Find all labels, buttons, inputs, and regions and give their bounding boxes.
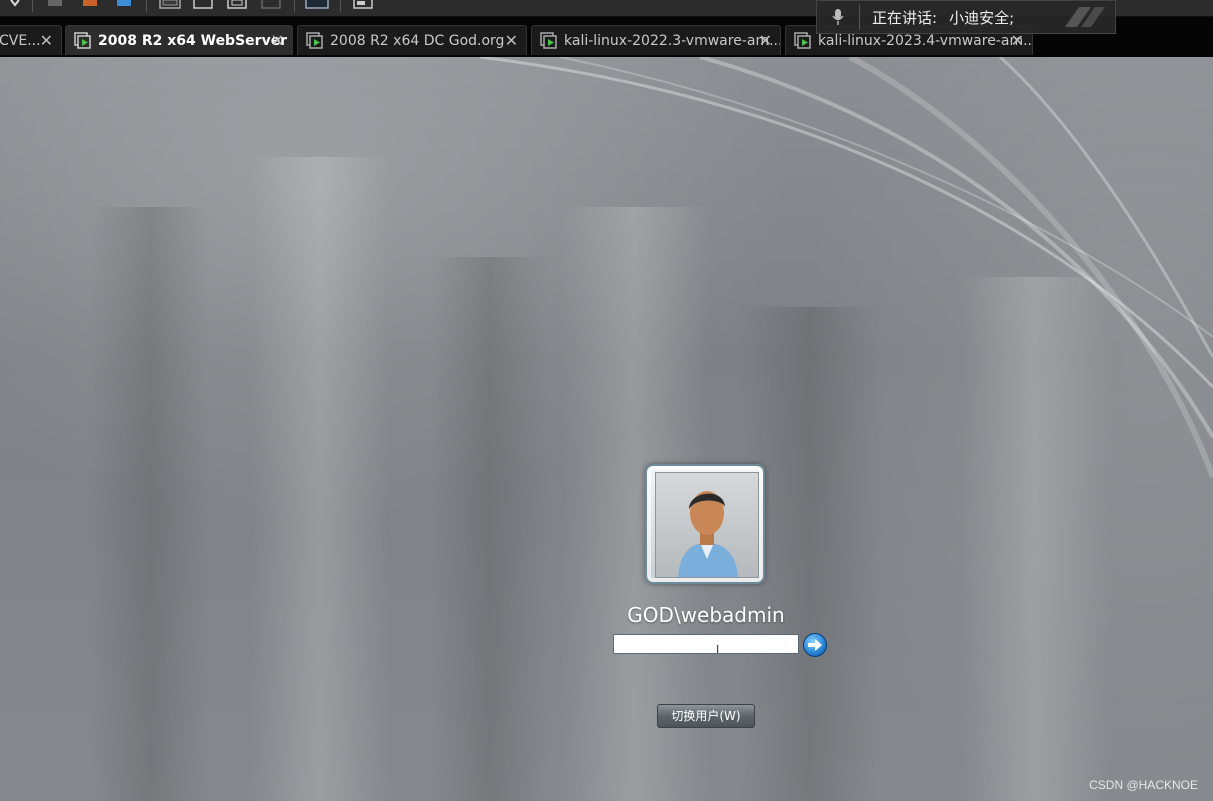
manage-snapshots-icon[interactable]: [114, 0, 134, 10]
stretch-icon[interactable]: [260, 0, 282, 10]
fullscreen-icon[interactable]: [192, 0, 214, 10]
csdn-watermark: CSDN @HACKNOE: [1089, 778, 1198, 792]
vm-running-icon: [306, 31, 323, 49]
microphone-icon: [817, 4, 860, 30]
speaking-indicator: 正在讲话: 小迪安全;: [816, 0, 1116, 34]
user-icon: [678, 491, 738, 577]
tab-cve[interactable]: CVE... ✕: [0, 25, 62, 55]
view-icon[interactable]: [158, 0, 182, 10]
password-field[interactable]: [613, 634, 799, 654]
submit-login-button[interactable]: [803, 633, 827, 657]
tab-label: 2008 R2 x64 WebServer: [98, 32, 288, 49]
tab-kali-2022[interactable]: kali-linux-2022.3-vmware-am... ✕: [531, 25, 781, 55]
vm-running-icon: [540, 31, 557, 49]
speaker-name: 小迪安全;: [949, 8, 1015, 27]
user-avatar: [645, 464, 765, 584]
revert-icon[interactable]: [80, 0, 100, 10]
close-icon[interactable]: ✕: [505, 31, 518, 50]
tab-label: CVE...: [0, 32, 41, 49]
text-cursor-icon: I: [716, 643, 720, 656]
toolbar-separator: [146, 0, 147, 12]
switch-user-button[interactable]: 切换用户(W): [657, 704, 755, 728]
tab-label: kali-linux-2022.3-vmware-am...: [564, 32, 780, 49]
arrow-right-icon: [808, 639, 822, 651]
login-username: GOD\webadmin: [627, 603, 785, 627]
toolbar-separator: [340, 0, 341, 12]
meeting-logo-icon: [1065, 7, 1105, 27]
console-view-icon[interactable]: [304, 0, 330, 10]
speaking-label: 正在讲话:: [872, 8, 938, 27]
vm-console-desktop[interactable]: GOD\webadmin I 切换用户(W) CSDN @HACKNOE: [0, 57, 1213, 801]
tab-2008-r2-dc[interactable]: 2008 R2 x64 DC God.org ✕: [297, 25, 527, 55]
toolbar-separator: [294, 0, 295, 12]
vm-running-icon: [794, 31, 811, 49]
close-icon[interactable]: ✕: [40, 31, 53, 50]
snapshot-icon[interactable]: [46, 0, 66, 10]
dropdown-icon[interactable]: [8, 0, 22, 10]
tab-2008-r2-webserver[interactable]: 2008 R2 x64 WebServer ✕: [65, 25, 293, 55]
close-icon[interactable]: ✕: [271, 31, 284, 50]
tab-label: 2008 R2 x64 DC God.org: [330, 32, 505, 49]
vm-running-icon: [74, 31, 91, 49]
tab-label: kali-linux-2023.4-vmware-am...: [818, 32, 1032, 49]
toolbar-separator: [32, 0, 33, 12]
background-folds: [90, 57, 1213, 801]
unity-icon[interactable]: [226, 0, 248, 10]
console-icon[interactable]: [352, 0, 374, 10]
close-icon[interactable]: ✕: [759, 31, 772, 50]
